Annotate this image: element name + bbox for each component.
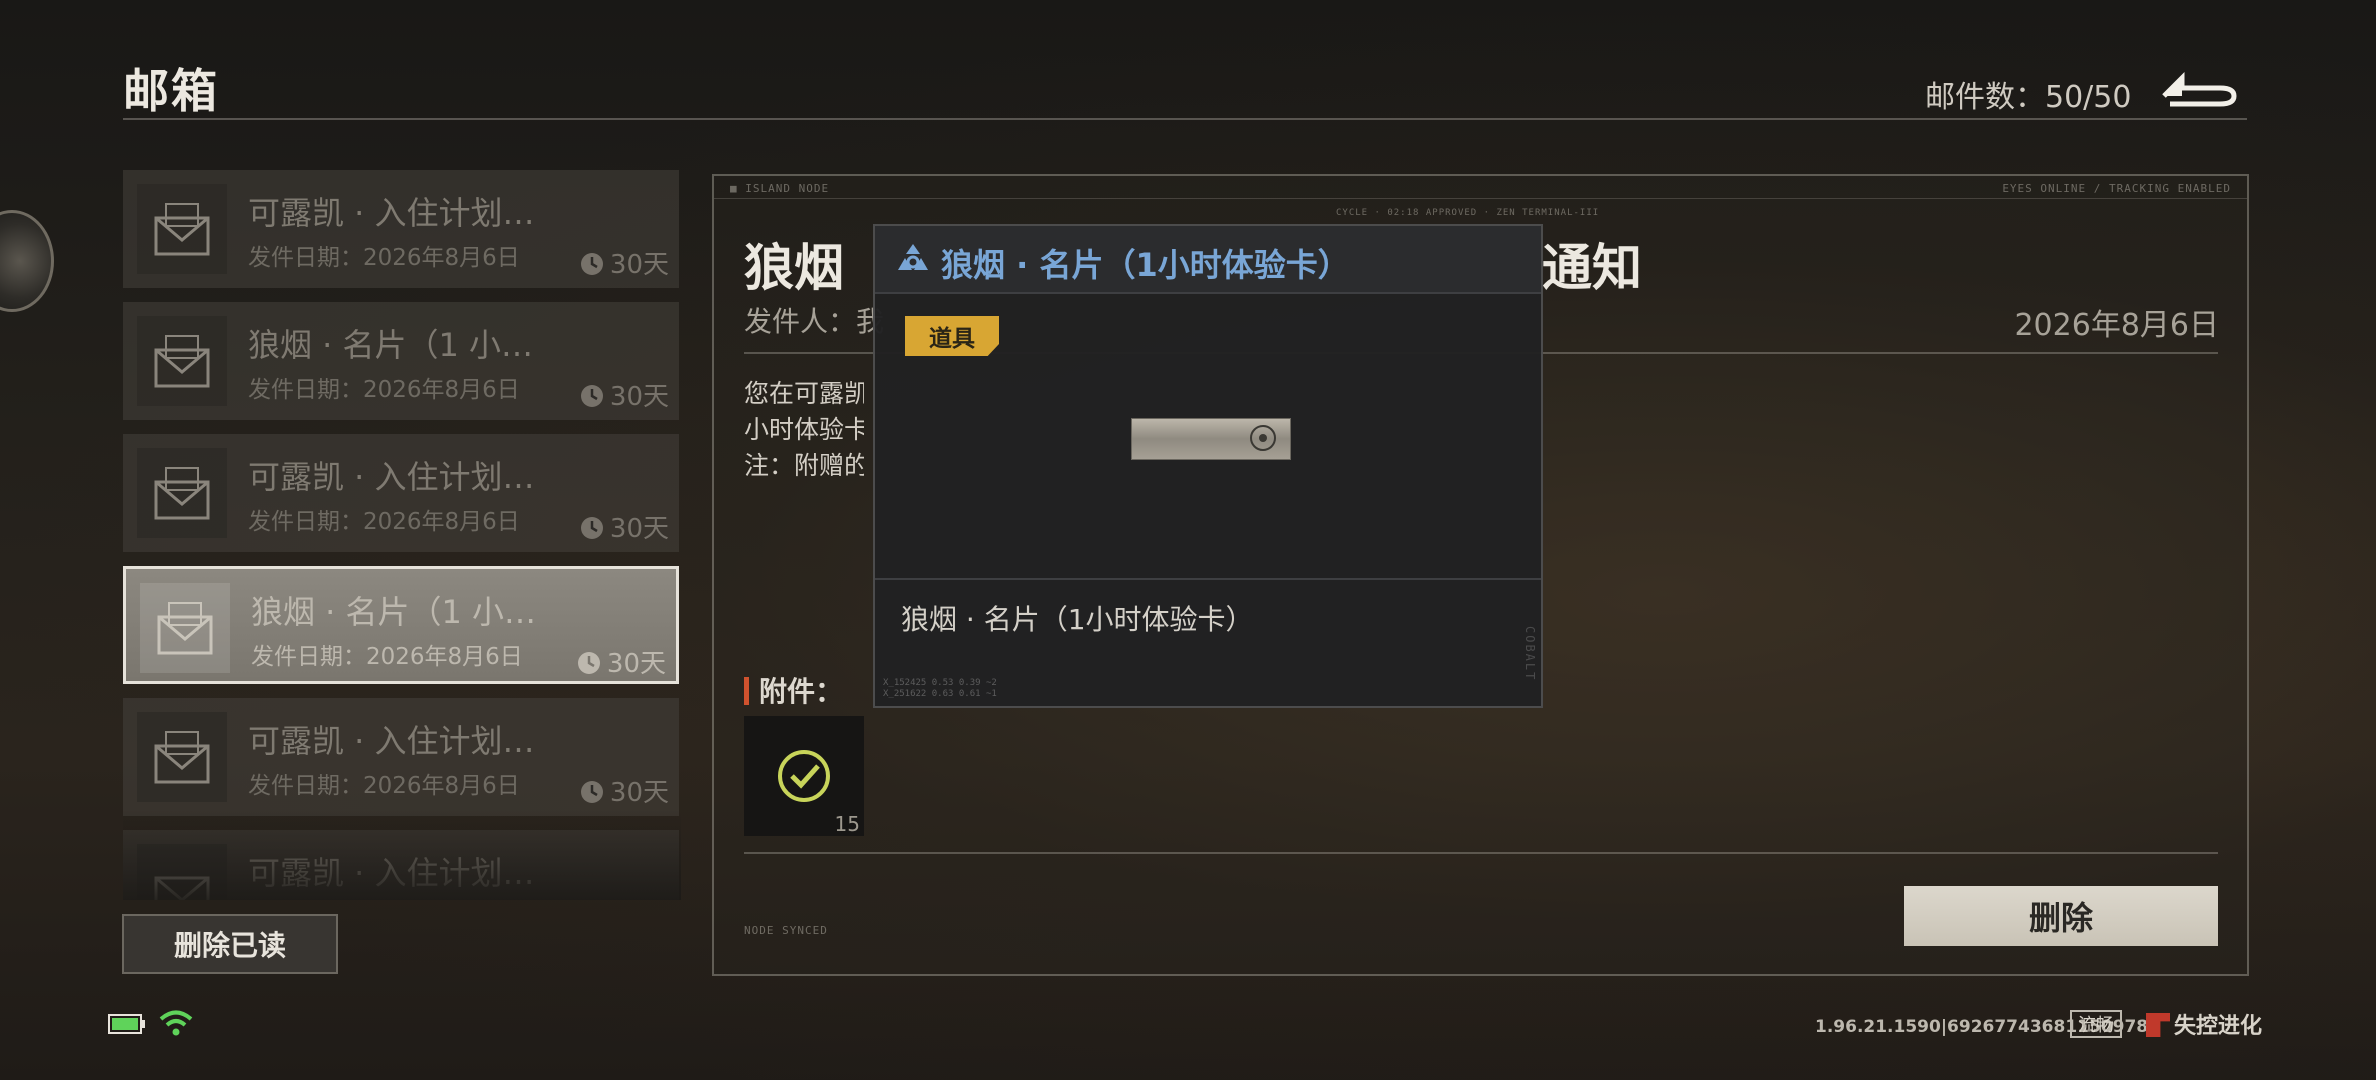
mail-envelope-icon bbox=[137, 184, 227, 274]
rarity-icon bbox=[898, 244, 928, 270]
mail-envelope-icon bbox=[137, 448, 227, 538]
tiny-label: ■ ISLAND NODE bbox=[730, 182, 830, 195]
item-type-tag: 道具 bbox=[905, 316, 999, 356]
name-card-preview bbox=[1131, 418, 1291, 460]
mail-subject: 狼烟 · 名片（1 小… bbox=[251, 593, 537, 631]
mail-envelope-icon bbox=[140, 583, 230, 673]
tiny-label: EYES ONLINE / TRACKING ENABLED bbox=[2002, 182, 2231, 195]
battery-icon bbox=[108, 1014, 145, 1034]
back-button[interactable] bbox=[2160, 66, 2242, 108]
mail-title-end: 通知 bbox=[1542, 239, 1642, 297]
claimed-check-icon bbox=[778, 750, 830, 802]
mail-expiry-value: 30天 bbox=[609, 250, 669, 280]
mail-date: 发件日期：2026年8月6日 bbox=[251, 644, 523, 670]
popup-description: 狼烟 · 名片（1小时体验卡） bbox=[901, 603, 1254, 636]
mail-subject: 可露凯 · 入住计划… bbox=[248, 854, 535, 892]
mail-expiry: 30天 bbox=[580, 244, 669, 281]
popup-header: 狼烟 · 名片（1小时体验卡） bbox=[875, 226, 1541, 294]
mail-item-selected[interactable]: 狼烟 · 名片（1 小… 发件日期：2026年8月6日 30天 bbox=[123, 566, 679, 684]
clock-icon bbox=[580, 253, 603, 275]
game-logo: 失控进化 bbox=[2146, 1008, 2262, 1040]
mail-body: 您在可露凯 小时体验卡 注：附赠的 bbox=[744, 376, 864, 484]
mail-sender: 发件人：我 bbox=[744, 305, 885, 338]
mail-subject: 可露凯 · 入住计划… bbox=[248, 722, 535, 760]
attachments-label-text: 附件： bbox=[759, 675, 844, 708]
popup-footer-code: X_152425 0.53 0.39 ~2 X_251622 0.63 0.61… bbox=[883, 678, 997, 700]
header-divider bbox=[123, 118, 2247, 120]
mail-list: 可露凯 · 入住计划… 发件日期：2026年8月6日 30天 狼烟 · 名片（1… bbox=[123, 170, 681, 900]
attachment-quantity: 15 bbox=[834, 812, 860, 836]
item-info-popup: 狼烟 · 名片（1小时体验卡） 道具 狼烟 · 名片（1小时体验卡） X_152… bbox=[873, 224, 1543, 708]
mail-subject: 可露凯 · 入住计划… bbox=[248, 458, 535, 496]
mail-expiry-value: 30天 bbox=[609, 514, 669, 544]
wifi-icon bbox=[159, 1010, 193, 1036]
clock-icon bbox=[580, 385, 603, 407]
mail-body-line: 您在可露凯 bbox=[744, 379, 864, 408]
popup-footer-code-line: X_251622 0.63 0.61 ~1 bbox=[883, 689, 997, 699]
delete-read-button[interactable]: 删除已读 bbox=[122, 914, 338, 974]
mail-expiry: 30天 bbox=[580, 376, 669, 413]
mail-subject: 狼烟 · 名片（1 小… bbox=[248, 326, 534, 364]
attachments-label: 附件： bbox=[744, 670, 843, 710]
back-arrow-icon bbox=[2162, 71, 2237, 107]
delete-button[interactable]: 删除 bbox=[1904, 886, 2218, 946]
popup-footer-code-line: X_152425 0.53 0.39 ~2 bbox=[883, 678, 997, 688]
bottom-divider bbox=[744, 852, 2218, 854]
popup-side-text: COBALT bbox=[1523, 626, 1537, 682]
mail-item[interactable]: 可露凯 · 入住计划… bbox=[123, 830, 679, 900]
mail-expiry-value: 30天 bbox=[606, 649, 666, 679]
mail-count: 邮件数：50/50 bbox=[1925, 80, 2132, 115]
mail-item[interactable]: 可露凯 · 入住计划… 发件日期：2026年8月6日 30天 bbox=[123, 698, 679, 816]
mail-envelope-icon bbox=[137, 316, 227, 406]
clock-icon bbox=[580, 781, 603, 803]
mail-item[interactable]: 可露凯 · 入住计划… 发件日期：2026年8月6日 30天 bbox=[123, 434, 679, 552]
mail-envelope-icon bbox=[137, 844, 227, 900]
mail-expiry: 30天 bbox=[577, 643, 666, 680]
attachments-marker bbox=[744, 677, 749, 705]
attachment-item[interactable]: 15 bbox=[744, 716, 864, 836]
mail-item[interactable]: 可露凯 · 入住计划… 发件日期：2026年8月6日 30天 bbox=[123, 170, 679, 288]
brand-mark-icon bbox=[2146, 1013, 2170, 1037]
mail-detail-date: 2026年8月6日 bbox=[2014, 308, 2219, 343]
mail-body-line: 注：附赠的 bbox=[744, 451, 864, 480]
side-emblem-icon bbox=[0, 210, 54, 312]
card-emblem-icon bbox=[1250, 425, 1276, 451]
mail-date: 发件日期：2026年8月6日 bbox=[248, 773, 520, 799]
page-title: 邮箱 bbox=[123, 64, 219, 118]
mail-subject: 可露凯 · 入住计划… bbox=[248, 194, 535, 232]
mail-expiry: 30天 bbox=[580, 772, 669, 809]
mailbox-screen: 邮箱 邮件数：50/50 可露凯 · 入住计划… 发件日期：2026年8月6日 … bbox=[0, 0, 2376, 1080]
brand-text: 失控进化 bbox=[2174, 1014, 2263, 1039]
tiny-label: CYCLE · 02:18 APPROVED · ZEN TERMINAL-II… bbox=[1336, 208, 1600, 218]
clock-icon bbox=[577, 652, 600, 674]
mail-expiry-value: 30天 bbox=[609, 382, 669, 412]
mail-date: 发件日期：2026年8月6日 bbox=[248, 509, 520, 535]
tiny-label: NODE SYNCED bbox=[744, 924, 828, 937]
network-quality-badge: 流畅 bbox=[2070, 1010, 2122, 1038]
mail-body-line: 小时体验卡 bbox=[744, 415, 864, 444]
mail-title: 狼烟 bbox=[744, 239, 844, 297]
popup-title: 狼烟 · 名片（1小时体验卡） bbox=[941, 246, 1350, 284]
mail-date: 发件日期：2026年8月6日 bbox=[248, 245, 520, 271]
mail-date: 发件日期：2026年8月6日 bbox=[248, 377, 520, 403]
mail-envelope-icon bbox=[137, 712, 227, 802]
mail-expiry-value: 30天 bbox=[609, 778, 669, 808]
clock-icon bbox=[580, 517, 603, 539]
popup-divider bbox=[875, 578, 1541, 580]
mail-item[interactable]: 狼烟 · 名片（1 小… 发件日期：2026年8月6日 30天 bbox=[123, 302, 679, 420]
mail-expiry: 30天 bbox=[580, 508, 669, 545]
